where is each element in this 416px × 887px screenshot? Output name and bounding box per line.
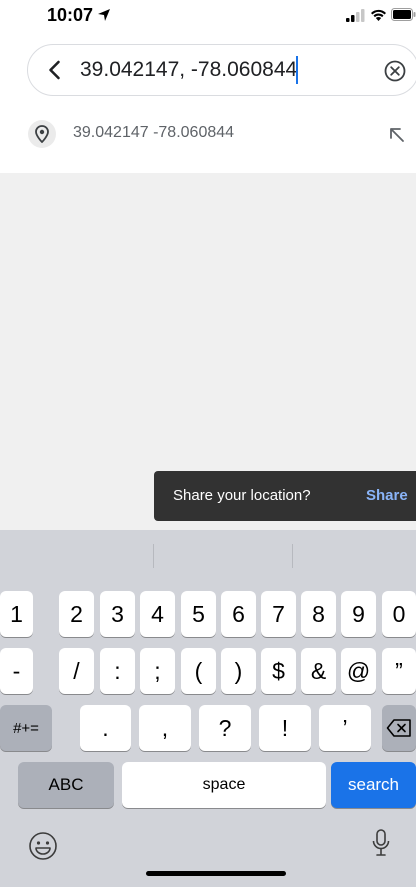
symbols-toggle-key[interactable]: #+= — [0, 705, 52, 751]
key-dollar[interactable]: $ — [261, 648, 296, 694]
key-0[interactable]: 0 — [382, 591, 416, 637]
key-1[interactable]: 1 — [0, 591, 33, 637]
fill-query-arrow-icon[interactable] — [388, 126, 406, 144]
location-arrow-icon — [98, 9, 110, 21]
snackbar-message: Share your location? — [173, 487, 311, 504]
key-9[interactable]: 9 — [341, 591, 376, 637]
share-location-snackbar: Share your location? Share — [154, 471, 416, 521]
key-at[interactable]: @ — [341, 648, 376, 694]
home-indicator[interactable] — [146, 871, 286, 876]
key-4[interactable]: 4 — [140, 591, 175, 637]
key-2[interactable]: 2 — [59, 591, 94, 637]
prediction-divider — [292, 544, 293, 568]
key-open-paren[interactable]: ( — [181, 648, 216, 694]
status-bar: 10:07 — [0, 0, 416, 36]
key-7[interactable]: 7 — [261, 591, 296, 637]
key-colon[interactable]: : — [100, 648, 135, 694]
key-ampersand[interactable]: & — [301, 648, 336, 694]
key-5[interactable]: 5 — [181, 591, 216, 637]
clear-icon[interactable] — [384, 60, 406, 82]
key-semicolon[interactable]: ; — [140, 648, 175, 694]
battery-icon — [391, 8, 416, 21]
wifi-icon — [371, 9, 386, 21]
search-input[interactable] — [80, 55, 360, 85]
space-key[interactable]: space — [122, 762, 326, 808]
key-period[interactable]: . — [80, 705, 131, 751]
key-3[interactable]: 3 — [100, 591, 135, 637]
keyboard: 1 2 3 4 5 6 7 8 9 0 - / : ; ( ) $ & @ ” … — [0, 530, 416, 887]
suggestion-text: 39.042147 -78.060844 — [73, 124, 235, 141]
back-icon[interactable] — [43, 58, 67, 82]
share-button[interactable]: Share — [366, 487, 408, 504]
key-8[interactable]: 8 — [301, 591, 336, 637]
emoji-icon[interactable] — [28, 831, 58, 861]
prediction-divider — [153, 544, 154, 568]
key-slash[interactable]: / — [59, 648, 94, 694]
delete-key[interactable] — [382, 705, 416, 751]
key-quote[interactable]: ” — [382, 648, 416, 694]
status-time: 10:07 — [47, 5, 94, 25]
key-apostrophe[interactable]: ’ — [319, 705, 371, 751]
backspace-icon — [386, 719, 411, 737]
microphone-icon[interactable] — [372, 829, 390, 857]
key-close-paren[interactable]: ) — [221, 648, 256, 694]
key-question[interactable]: ? — [199, 705, 251, 751]
key-comma[interactable]: , — [139, 705, 191, 751]
key-hyphen[interactable]: - — [0, 648, 33, 694]
search-key[interactable]: search — [331, 762, 416, 808]
prediction-bar — [0, 530, 416, 582]
search-bar[interactable] — [27, 44, 416, 96]
key-exclamation[interactable]: ! — [259, 705, 311, 751]
abc-key[interactable]: ABC — [18, 762, 114, 808]
location-pin-badge — [28, 120, 56, 148]
cellular-signal-icon — [346, 9, 365, 22]
key-6[interactable]: 6 — [221, 591, 256, 637]
text-caret — [296, 56, 298, 84]
location-pin-icon — [35, 125, 49, 143]
suggestion-row[interactable]: 39.042147 -78.060844 — [0, 112, 416, 168]
